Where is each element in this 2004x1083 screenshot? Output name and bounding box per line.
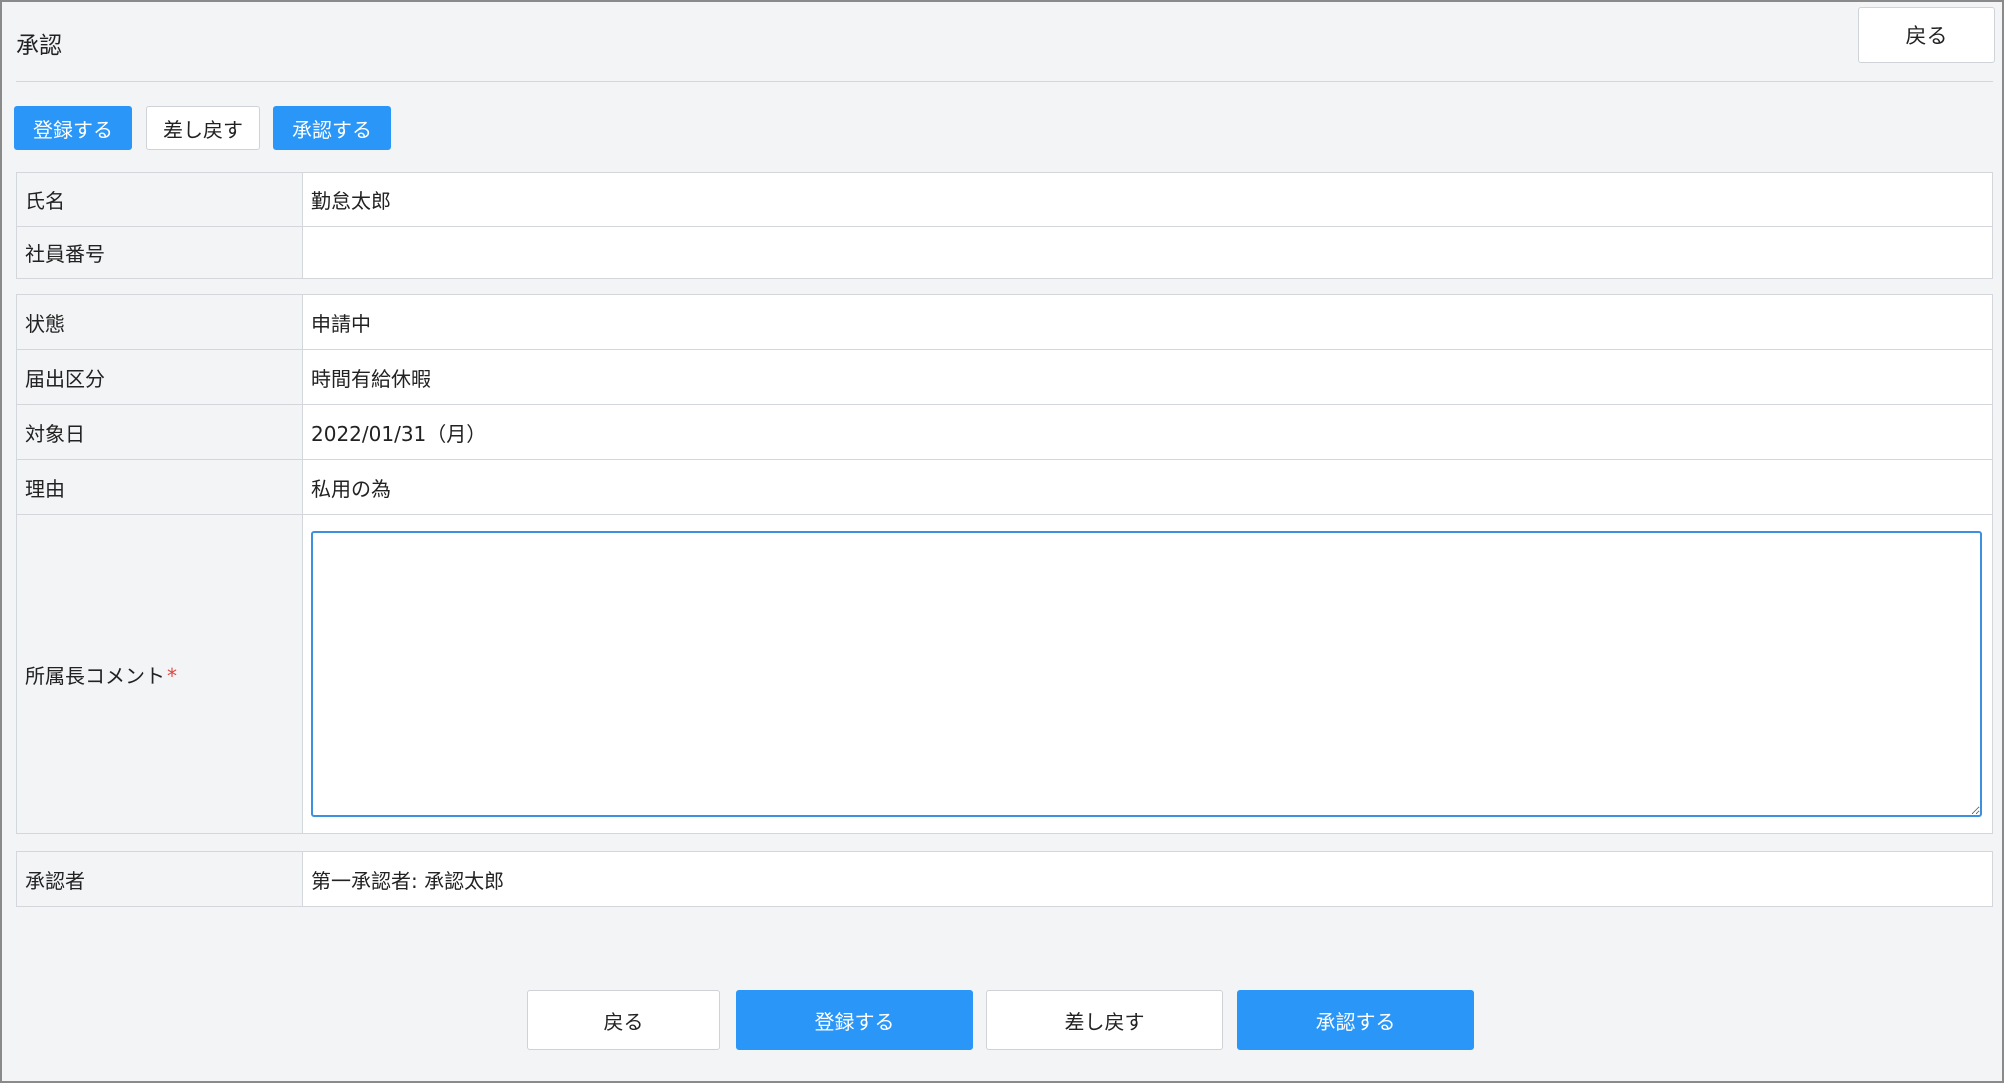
required-mark: * <box>167 663 177 688</box>
bottom-approve-button[interactable]: 承認する <box>1237 990 1474 1050</box>
employee-number-row: 社員番号 <box>16 226 1993 279</box>
approval-panel: 承認 戻る 登録する 差し戻す 承認する 氏名 勤怠太郎 社員番号 状態 申請中… <box>0 0 2004 1083</box>
target-date-row: 対象日 2022/01/31（月） <box>16 404 1993 460</box>
employee-number-value <box>302 226 1993 279</box>
name-label: 氏名 <box>16 172 303 227</box>
comment-label-cell: 所属長コメント * <box>16 514 303 834</box>
approver-table: 承認者 第一承認者: 承認太郎 <box>16 851 1993 907</box>
manager-comment-textarea[interactable] <box>311 531 1982 817</box>
target-date-value: 2022/01/31（月） <box>302 404 1993 460</box>
comment-row: 所属長コメント * <box>16 514 1993 834</box>
status-label: 状態 <box>16 294 303 350</box>
reason-row: 理由 私用の為 <box>16 459 1993 515</box>
top-approve-button[interactable]: 承認する <box>273 106 391 150</box>
bottom-return-button[interactable]: 差し戻す <box>986 990 1223 1050</box>
page-title: 承認 <box>16 33 62 59</box>
employee-name-row: 氏名 勤怠太郎 <box>16 172 1993 227</box>
bottom-register-button[interactable]: 登録する <box>736 990 973 1050</box>
request-type-label: 届出区分 <box>16 349 303 405</box>
target-date-label: 対象日 <box>16 404 303 460</box>
employee-number-label: 社員番号 <box>16 226 303 279</box>
header-back-button[interactable]: 戻る <box>1858 7 1995 63</box>
bottom-back-button[interactable]: 戻る <box>527 990 720 1050</box>
request-type-row: 届出区分 時間有給休暇 <box>16 349 1993 405</box>
comment-label: 所属長コメント <box>25 663 165 688</box>
name-value: 勤怠太郎 <box>302 172 1993 227</box>
reason-label: 理由 <box>16 459 303 515</box>
employee-info-table: 氏名 勤怠太郎 社員番号 <box>16 172 1993 279</box>
reason-value: 私用の為 <box>302 459 1993 515</box>
top-return-button[interactable]: 差し戻す <box>146 106 260 150</box>
status-value: 申請中 <box>302 294 1993 350</box>
comment-cell <box>302 514 1993 834</box>
approver-label: 承認者 <box>16 851 303 907</box>
approver-value: 第一承認者: 承認太郎 <box>302 851 1993 907</box>
status-row: 状態 申請中 <box>16 294 1993 350</box>
approver-row: 承認者 第一承認者: 承認太郎 <box>16 851 1993 907</box>
header-divider <box>16 81 1993 82</box>
top-register-button[interactable]: 登録する <box>14 106 132 150</box>
request-type-value: 時間有給休暇 <box>302 349 1993 405</box>
request-detail-table: 状態 申請中 届出区分 時間有給休暇 対象日 2022/01/31（月） 理由 … <box>16 294 1993 834</box>
